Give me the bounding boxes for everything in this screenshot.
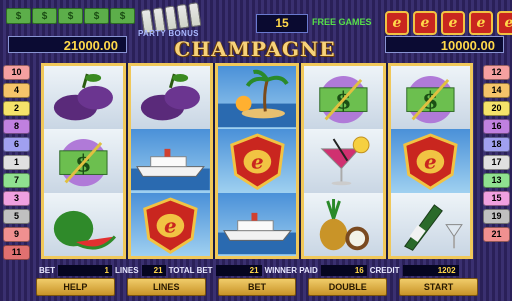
dollar-symbol: $ xyxy=(391,66,470,130)
dollar-symbol: $ xyxy=(304,66,384,130)
total-bet-label: TOTAL BET xyxy=(168,265,213,275)
bet-value: 1 xyxy=(58,264,112,276)
line-button[interactable]: 2 xyxy=(3,101,30,116)
line-button[interactable]: 10 xyxy=(3,65,30,80)
game-title: CHAMPAGNE xyxy=(174,37,336,61)
game-screen: $ $ $ $ $ PARTY BONUS 15 FREE GAMES e e … xyxy=(0,0,512,301)
money-icon: $ xyxy=(6,8,31,24)
bottle-icon xyxy=(188,2,202,28)
reel: $e xyxy=(388,63,473,259)
line-button[interactable]: 21 xyxy=(483,227,510,242)
champagne-symbol xyxy=(391,192,470,256)
reel: $ xyxy=(301,63,387,259)
winner-paid-label: WINNER PAID xyxy=(264,265,318,275)
plum-symbol xyxy=(130,66,210,130)
e-badge-symbol: e xyxy=(130,192,210,256)
line-button[interactable]: 11 xyxy=(3,245,30,260)
right-amount-display: 10000.00 xyxy=(385,36,504,53)
money-icons-row: $ $ $ $ $ xyxy=(6,8,135,24)
line-button[interactable]: 1 xyxy=(3,155,30,170)
reel: $ xyxy=(41,63,126,259)
credit-label: CREDIT xyxy=(369,265,400,275)
e-icon: e xyxy=(469,11,493,35)
bet-button[interactable]: BET xyxy=(217,278,297,296)
line-button[interactable]: 18 xyxy=(483,137,510,152)
lines-button[interactable]: LINES xyxy=(126,278,206,296)
credit-value: 1202 xyxy=(402,264,459,276)
plum-symbol xyxy=(44,66,123,130)
cocktail-symbol xyxy=(304,129,384,193)
reels-area: $ee$$e xyxy=(41,63,473,259)
bottle-icon xyxy=(176,3,190,29)
bottle-icon xyxy=(164,5,178,31)
reel: e xyxy=(127,63,213,259)
control-buttons: HELP LINES BET DOUBLE START xyxy=(36,278,478,296)
money-icon: $ xyxy=(58,8,83,24)
info-bar: BET 1 LINES 21 TOTAL BET 21 WINNER PAID … xyxy=(36,264,478,276)
line-button[interactable]: 13 xyxy=(483,173,510,188)
lines-value: 21 xyxy=(141,264,166,276)
line-button[interactable]: 14 xyxy=(483,83,510,98)
e-icon: e xyxy=(497,11,512,35)
line-button[interactable]: 4 xyxy=(3,83,30,98)
e-icon: e xyxy=(441,11,465,35)
help-button[interactable]: HELP xyxy=(36,278,115,296)
svg-text:e: e xyxy=(164,214,177,237)
line-button[interactable]: 3 xyxy=(3,191,30,206)
dollar-symbol: $ xyxy=(44,129,123,193)
line-button[interactable]: 12 xyxy=(483,65,510,80)
free-games-label: FREE GAMES xyxy=(312,17,372,27)
line-button[interactable]: 15 xyxy=(483,191,510,206)
line-buttons-right: 12 14 20 16 18 17 13 15 19 21 xyxy=(483,65,510,242)
start-button[interactable]: START xyxy=(399,278,478,296)
line-button[interactable]: 19 xyxy=(483,209,510,224)
ship-symbol xyxy=(130,129,210,193)
line-button[interactable]: 9 xyxy=(3,227,30,242)
line-button[interactable]: 6 xyxy=(3,137,30,152)
money-icon: $ xyxy=(84,8,109,24)
svg-text:e: e xyxy=(251,151,264,174)
e-icon: e xyxy=(413,11,437,35)
line-button[interactable]: 20 xyxy=(483,101,510,116)
svg-text:e: e xyxy=(424,151,437,174)
bet-label: BET xyxy=(39,265,55,275)
double-button[interactable]: DOUBLE xyxy=(308,278,388,296)
e-badge-symbol: e xyxy=(391,129,470,193)
line-button[interactable]: 17 xyxy=(483,155,510,170)
left-amount-display: 21000.00 xyxy=(8,36,127,53)
watermelon-symbol xyxy=(44,192,123,256)
line-button[interactable]: 7 xyxy=(3,173,30,188)
reel: e xyxy=(214,63,300,259)
money-icon: $ xyxy=(110,8,135,24)
island-symbol xyxy=(217,66,297,130)
e-icon: e xyxy=(385,11,409,35)
lines-label: LINES xyxy=(115,265,139,275)
total-bet-value: 21 xyxy=(215,264,262,276)
e-badge-symbol: e xyxy=(217,129,297,193)
pineapple-symbol xyxy=(304,192,384,256)
line-buttons-left: 10 4 2 8 6 1 7 3 5 9 11 xyxy=(3,65,30,260)
ship-symbol xyxy=(217,192,297,256)
money-icon: $ xyxy=(32,8,57,24)
line-button[interactable]: 5 xyxy=(3,209,30,224)
line-button[interactable]: 8 xyxy=(3,119,30,134)
winner-paid-value: 16 xyxy=(320,264,367,276)
free-games-count: 15 xyxy=(256,14,308,33)
e-icons-row: e e e e e xyxy=(385,11,512,35)
line-button[interactable]: 16 xyxy=(483,119,510,134)
